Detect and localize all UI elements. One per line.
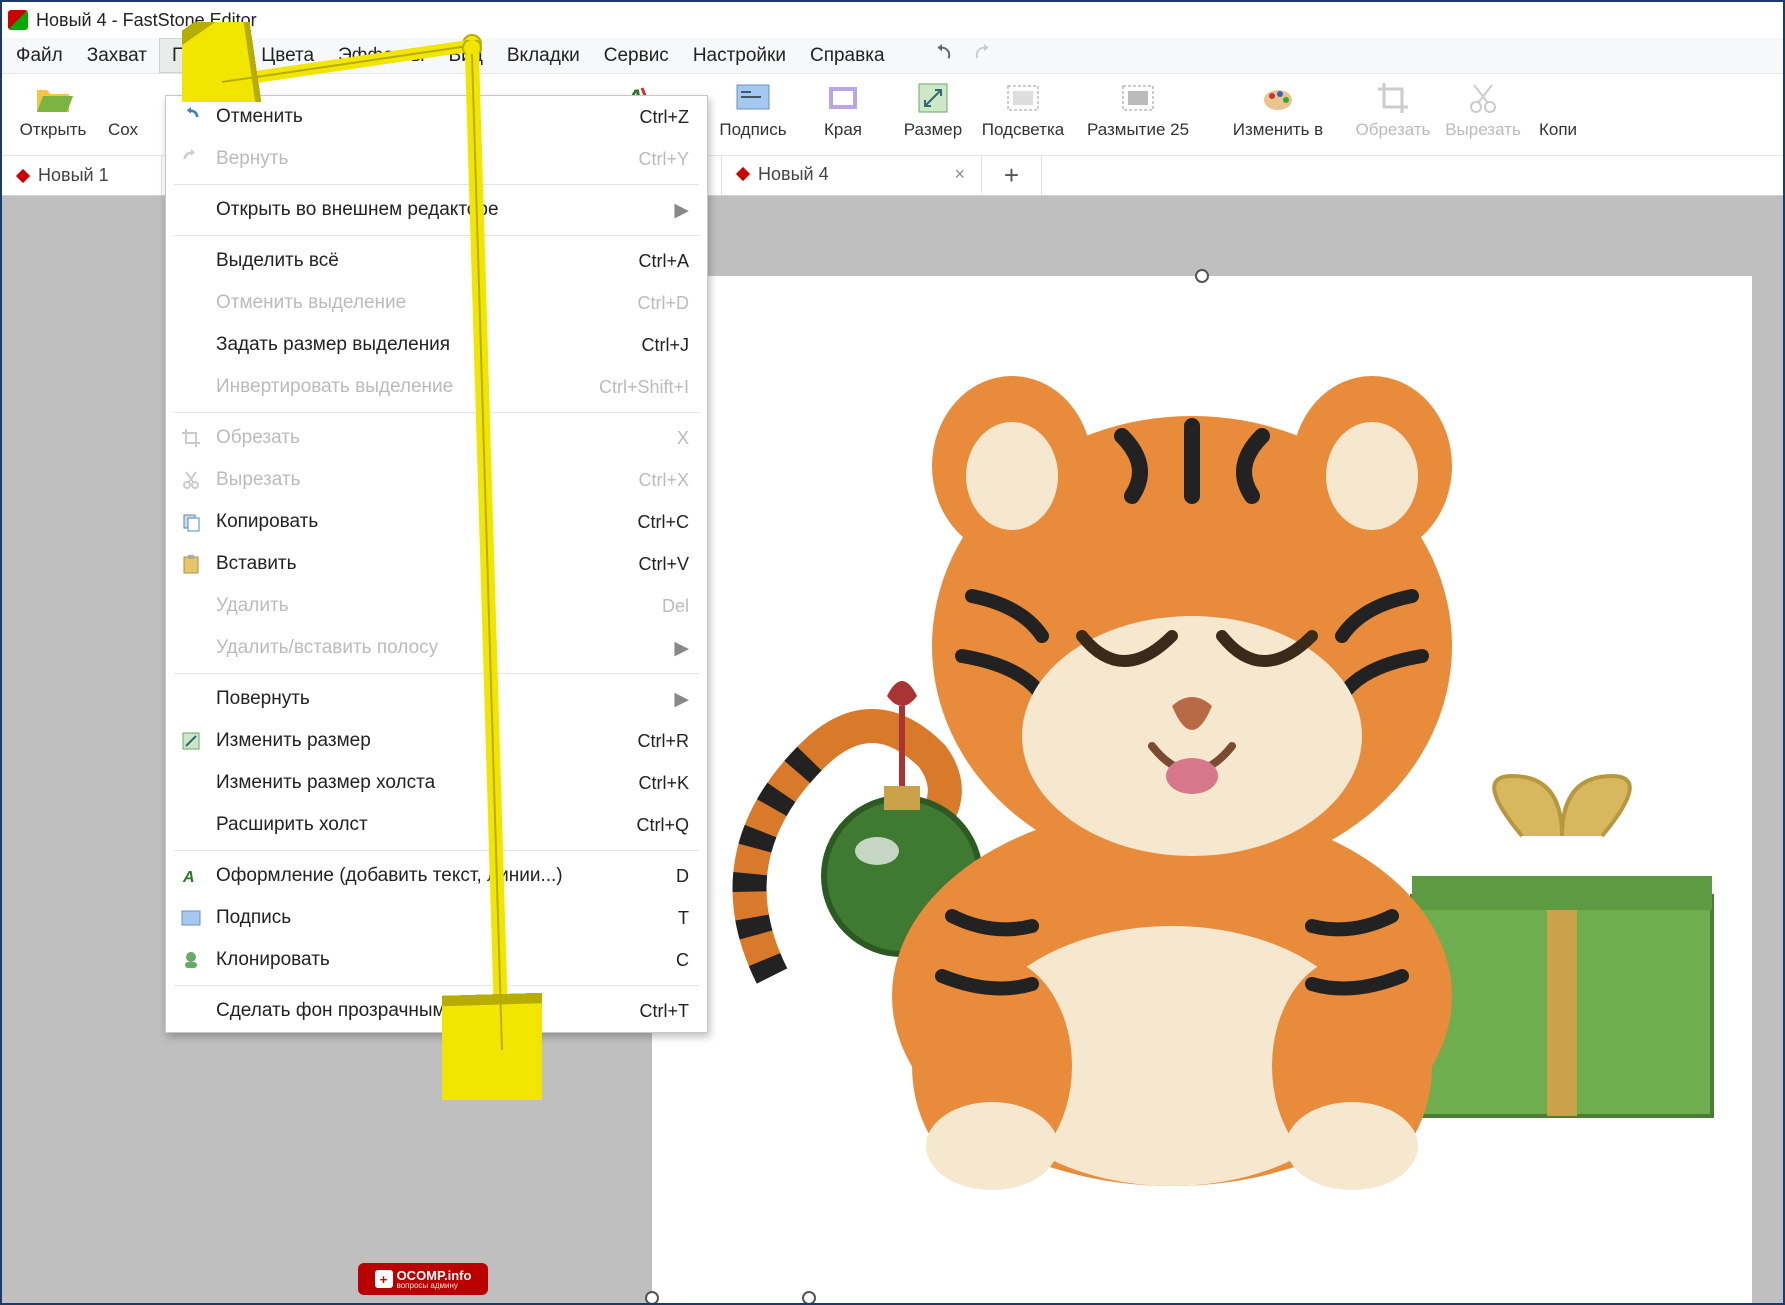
menu-help[interactable]: Справка bbox=[798, 38, 897, 73]
menu-make-bg-transparent[interactable]: Сделать фон прозрачнымCtrl+T bbox=[166, 990, 707, 1032]
menu-colors[interactable]: Цвета bbox=[249, 38, 326, 73]
submenu-arrow-icon: ▶ bbox=[674, 199, 689, 222]
watermark-text: OCOMP.info bbox=[397, 1269, 472, 1282]
redo-icon bbox=[178, 146, 204, 172]
cut-icon bbox=[178, 467, 204, 493]
tb-copy[interactable]: Копи bbox=[1528, 78, 1588, 154]
new-tab-button[interactable]: + bbox=[982, 156, 1042, 195]
menu-delete[interactable]: УдалитьDel bbox=[166, 585, 707, 627]
menu-caption[interactable]: ПодписьT bbox=[166, 897, 707, 939]
menu-open-external[interactable]: Открыть во внешнем редакторе ▶ bbox=[166, 189, 707, 231]
menu-rotate[interactable]: Повернуть▶ bbox=[166, 678, 707, 720]
menu-undo[interactable]: Отменить Ctrl+Z bbox=[166, 96, 707, 138]
tiger-image bbox=[652, 276, 1752, 1303]
modified-dot-icon bbox=[16, 168, 30, 182]
undo-icon bbox=[178, 104, 204, 130]
menu-copy[interactable]: КопироватьCtrl+C bbox=[166, 501, 707, 543]
redo-icon[interactable] bbox=[973, 44, 995, 66]
menu-bar: Файл Захват Правка Цвета Эффекты Вид Вкл… bbox=[2, 38, 1783, 74]
menu-expand-canvas[interactable]: Расширить холстCtrl+Q bbox=[166, 804, 707, 846]
svg-text:A: A bbox=[182, 869, 195, 886]
submenu-arrow-icon: ▶ bbox=[674, 688, 689, 711]
copy-icon bbox=[1538, 78, 1578, 118]
save-icon bbox=[103, 78, 143, 118]
close-icon[interactable]: × bbox=[954, 164, 965, 185]
edit-dropdown-menu: Отменить Ctrl+Z Вернуть Ctrl+Y Открыть в… bbox=[165, 95, 708, 1033]
cut-icon bbox=[1463, 78, 1503, 118]
submenu-arrow-icon: ▶ bbox=[674, 637, 689, 660]
window-title: Новый 4 - FastStone Editor bbox=[36, 10, 257, 31]
tb-highlight[interactable]: Подсветка bbox=[978, 78, 1068, 154]
menu-crop[interactable]: ОбрезатьX bbox=[166, 417, 707, 459]
menu-deselect[interactable]: Отменить выделениеCtrl+D bbox=[166, 282, 707, 324]
paste-icon bbox=[178, 551, 204, 577]
watermark-badge: + OCOMP.info вопросы админу bbox=[358, 1263, 488, 1295]
menu-clone[interactable]: КлонироватьC bbox=[166, 939, 707, 981]
watermark-subtext: вопросы админу bbox=[397, 1282, 472, 1290]
menu-edit[interactable]: Правка bbox=[159, 38, 249, 73]
clone-icon bbox=[178, 947, 204, 973]
menu-tabs[interactable]: Вкладки bbox=[495, 38, 592, 73]
menu-select-all[interactable]: Выделить всёCtrl+A bbox=[166, 240, 707, 282]
highlight-icon bbox=[1003, 78, 1043, 118]
blur-icon bbox=[1118, 78, 1158, 118]
tb-save[interactable]: Сох bbox=[98, 78, 148, 154]
menu-redo[interactable]: Вернуть Ctrl+Y bbox=[166, 138, 707, 180]
modified-dot-icon bbox=[736, 167, 750, 181]
menu-effects[interactable]: Эффекты bbox=[326, 38, 436, 73]
tb-edges[interactable]: Края bbox=[798, 78, 888, 154]
menu-cut[interactable]: ВырезатьCtrl+X bbox=[166, 459, 707, 501]
title-bar: Новый 4 - FastStone Editor bbox=[2, 2, 1783, 38]
tb-caption[interactable]: Подпись bbox=[708, 78, 798, 154]
menu-service[interactable]: Сервис bbox=[592, 38, 681, 73]
selection-handle[interactable] bbox=[802, 1291, 816, 1303]
menu-file[interactable]: Файл bbox=[4, 38, 75, 73]
plus-icon: + bbox=[375, 1270, 393, 1288]
selection-handle[interactable] bbox=[1195, 269, 1209, 283]
menu-capture[interactable]: Захват bbox=[75, 38, 159, 73]
menu-paste[interactable]: ВставитьCtrl+V bbox=[166, 543, 707, 585]
menu-invert-sel[interactable]: Инвертировать выделениеCtrl+Shift+I bbox=[166, 366, 707, 408]
tab-2[interactable]: Новый 4 × bbox=[722, 156, 982, 195]
tb-edit-in[interactable]: Изменить в bbox=[1208, 78, 1348, 154]
tb-crop[interactable]: Обрезать bbox=[1348, 78, 1438, 154]
undo-icon[interactable] bbox=[931, 44, 953, 66]
text-style-icon: A bbox=[178, 863, 204, 889]
resize-icon bbox=[178, 728, 204, 754]
menu-settings[interactable]: Настройки bbox=[681, 38, 798, 73]
menu-set-sel-size[interactable]: Задать размер выделенияCtrl+J bbox=[166, 324, 707, 366]
tb-open[interactable]: Открыть bbox=[8, 78, 98, 154]
folder-open-icon bbox=[33, 78, 73, 118]
tab-1[interactable]: Новый 1 bbox=[2, 156, 162, 195]
image-canvas[interactable] bbox=[652, 276, 1752, 1303]
tb-cut[interactable]: Вырезать bbox=[1438, 78, 1528, 154]
menu-design[interactable]: AОформление (добавить текст, линии...)D bbox=[166, 855, 707, 897]
edges-icon bbox=[823, 78, 863, 118]
menu-view[interactable]: Вид bbox=[437, 38, 495, 73]
selection-handle[interactable] bbox=[645, 1291, 659, 1303]
copy-icon bbox=[178, 509, 204, 535]
menu-delete-insert-strip[interactable]: Удалить/вставить полосу▶ bbox=[166, 627, 707, 669]
crop-icon bbox=[1373, 78, 1413, 118]
palette-icon bbox=[1258, 78, 1298, 118]
tb-blur[interactable]: Размытие 25 bbox=[1068, 78, 1208, 154]
menu-resize[interactable]: Изменить размерCtrl+R bbox=[166, 720, 707, 762]
app-icon bbox=[8, 10, 28, 30]
caption-icon bbox=[733, 78, 773, 118]
tb-size[interactable]: Размер bbox=[888, 78, 978, 154]
menu-canvas-size[interactable]: Изменить размер холстаCtrl+K bbox=[166, 762, 707, 804]
tab-label: Новый 1 bbox=[38, 165, 109, 186]
crop-icon bbox=[178, 425, 204, 451]
tab-label: Новый 4 bbox=[758, 164, 829, 185]
caption-icon bbox=[178, 905, 204, 931]
resize-icon bbox=[913, 78, 953, 118]
